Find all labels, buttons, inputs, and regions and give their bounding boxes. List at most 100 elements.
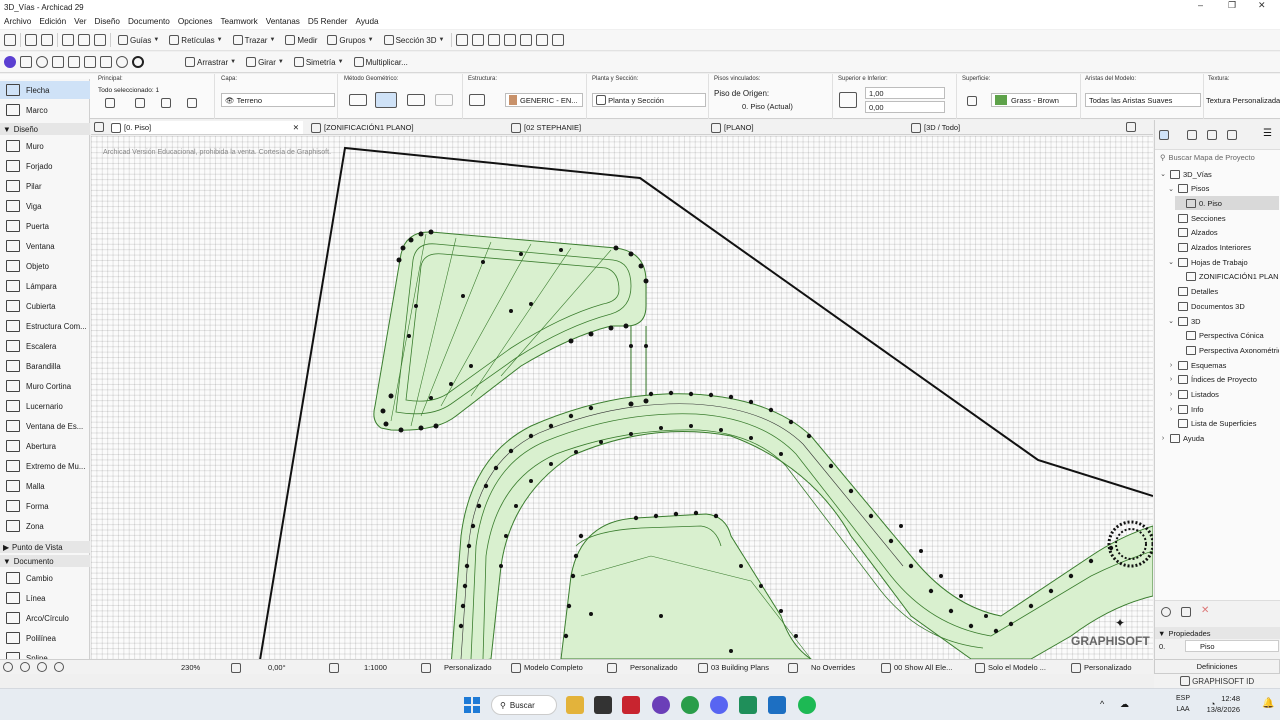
tool-item[interactable]: Línea	[0, 589, 90, 607]
layer-select[interactable]: 👁 Terreno	[221, 93, 335, 107]
view-map-icon[interactable]	[1187, 130, 1197, 140]
tab-plano[interactable]: [PLANO]	[711, 121, 754, 134]
element-icon[interactable]	[105, 98, 115, 108]
menu-ventanas[interactable]: Ventanas	[266, 17, 300, 26]
resize-icon[interactable]	[536, 34, 549, 46]
tool-item[interactable]: Cubierta	[0, 297, 90, 315]
menu-teamwork[interactable]: Teamwork	[220, 17, 257, 26]
chrome-icon[interactable]	[681, 696, 699, 714]
tab-stephanie[interactable]: [02 STEPHANIE]	[511, 121, 581, 134]
home-icon[interactable]	[4, 34, 16, 46]
road-main[interactable]	[451, 393, 1153, 659]
geometry-slope-icon[interactable]	[375, 92, 397, 108]
road-inner[interactable]	[560, 513, 812, 659]
camera-icon[interactable]	[68, 56, 80, 68]
zoom-value[interactable]: 230%	[181, 661, 200, 674]
tool-item[interactable]: Muro	[0, 137, 90, 155]
zoom-out-icon[interactable]	[37, 662, 47, 672]
edges-select[interactable]: Todas las Aristas Suaves	[1085, 93, 1201, 107]
tool-item[interactable]: Ventana	[0, 237, 90, 255]
tool-item[interactable]: Escalera	[0, 337, 90, 355]
geometry-curved-icon[interactable]	[435, 94, 453, 106]
surface-select[interactable]: Grass - Brown	[991, 93, 1077, 107]
graphisoft-id-button[interactable]: GRAPHISOFT ID	[1154, 674, 1280, 688]
slab-icon[interactable]	[187, 98, 197, 108]
group-viewpoint[interactable]: ▶ Punto de Vista	[0, 541, 90, 553]
tool-item[interactable]: Pilar	[0, 177, 90, 195]
tool-item[interactable]: Puerta	[0, 217, 90, 235]
redo-icon[interactable]	[41, 34, 53, 46]
tool-item[interactable]: Viga	[0, 197, 90, 215]
gear-icon[interactable]	[132, 56, 144, 68]
tool-marquee[interactable]: Marco	[0, 101, 90, 119]
zoom-in-icon[interactable]	[20, 662, 30, 672]
tool-item[interactable]: Lucernario	[0, 397, 90, 415]
properties-header[interactable]: ▼ Propiedades	[1155, 627, 1280, 639]
override-icon[interactable]	[967, 96, 977, 106]
layout-book-icon[interactable]	[1207, 130, 1217, 140]
notification-icon[interactable]: 🔔	[1262, 698, 1274, 709]
app-icon[interactable]	[652, 696, 670, 714]
discord-icon[interactable]	[710, 696, 728, 714]
tab-menu-icon[interactable]	[1126, 122, 1136, 132]
split-icon[interactable]	[456, 34, 469, 46]
file-explorer-icon[interactable]	[566, 696, 584, 714]
layer-combo-select[interactable]: Personalizado	[421, 661, 492, 674]
chevron-up-icon[interactable]: ^	[1100, 699, 1104, 709]
tree-item[interactable]: › Listados	[1167, 388, 1279, 402]
undo-icon[interactable]	[25, 34, 37, 46]
curve-icon[interactable]	[520, 34, 533, 46]
tool-item[interactable]: Arco/Círculo	[0, 609, 90, 627]
expander-icon[interactable]: ⌄	[1167, 317, 1175, 325]
clock[interactable]: 12:48 13/8/2026	[1207, 693, 1240, 715]
app-icon[interactable]	[739, 696, 757, 714]
scale-value[interactable]: 1:1000	[329, 661, 387, 674]
last-select[interactable]: Personalizado	[1071, 661, 1132, 674]
refresh-icon[interactable]	[3, 662, 13, 672]
delete-icon[interactable]: ✕	[1201, 605, 1209, 616]
plugin-icon[interactable]	[4, 56, 16, 68]
floor-plan-canvas[interactable]: Archicad Versión Educacional, prohibida …	[91, 136, 1153, 659]
archicad-icon[interactable]	[768, 696, 786, 714]
tool-item[interactable]: Forma	[0, 497, 90, 515]
multiply-button[interactable]: Multiplicar...	[351, 54, 411, 70]
tree-item[interactable]: › Ayuda	[1159, 432, 1279, 446]
prop-name-field[interactable]: Piso	[1185, 640, 1279, 652]
pick-up-icon[interactable]	[78, 34, 90, 46]
group-document[interactable]: ▼ Documento	[0, 555, 90, 567]
tool-item[interactable]: Extremo de Mu...	[0, 457, 90, 475]
menu-d5-render[interactable]: D5 Render	[308, 17, 348, 26]
measure-button[interactable]: Medir	[282, 32, 320, 48]
roof-icon[interactable]	[552, 34, 565, 46]
group-design[interactable]: ▼ Diseño	[0, 123, 90, 135]
menu-diseno[interactable]: Diseño	[94, 17, 120, 26]
tree-item[interactable]: › Esquemas	[1167, 358, 1279, 372]
tool-item[interactable]: Cambio	[0, 569, 90, 587]
tree-item[interactable]: ⌄ Hojas de Trabajo	[1167, 255, 1279, 269]
tree-item[interactable]: ⌄ 3D_Vías	[1159, 167, 1279, 181]
expander-icon[interactable]: ⌄	[1167, 185, 1175, 193]
tool-item[interactable]: Muro Cortina	[0, 377, 90, 395]
expander-icon[interactable]: ›	[1167, 406, 1175, 413]
trace-button[interactable]: Trazar ▼	[230, 32, 279, 48]
tool-item[interactable]: Malla	[0, 477, 90, 495]
tree-item[interactable]: › Índices de Proyecto	[1167, 373, 1279, 387]
menu-ver[interactable]: Ver	[74, 17, 86, 26]
texture-value[interactable]: Textura Personalizada	[1206, 96, 1280, 105]
top-offset-input[interactable]: 1,00	[865, 87, 945, 99]
pen-set-select[interactable]: Personalizado	[607, 661, 678, 674]
export-icon[interactable]	[100, 56, 112, 68]
minimize-icon[interactable]: –	[1198, 0, 1203, 10]
groups-button[interactable]: Grupos ▼	[324, 32, 376, 48]
close-icon[interactable]: ✕	[1258, 0, 1266, 11]
tree-item[interactable]: Alzados	[1167, 226, 1279, 240]
drag-button[interactable]: Arrastrar ▼	[182, 54, 239, 70]
tree-item[interactable]: ⌄ 3D	[1167, 314, 1279, 328]
guides-button[interactable]: Guías ▼	[115, 32, 162, 48]
dimension-select[interactable]: 00 Show All Ele...	[881, 661, 952, 674]
find-select-icon[interactable]	[62, 34, 74, 46]
expander-icon[interactable]: ›	[1167, 391, 1175, 398]
expander-icon[interactable]: ›	[1159, 435, 1167, 442]
tab-floor-plan[interactable]: [0. Piso] ✕	[111, 121, 303, 134]
language-indicator[interactable]: ESP LAA	[1176, 693, 1190, 715]
